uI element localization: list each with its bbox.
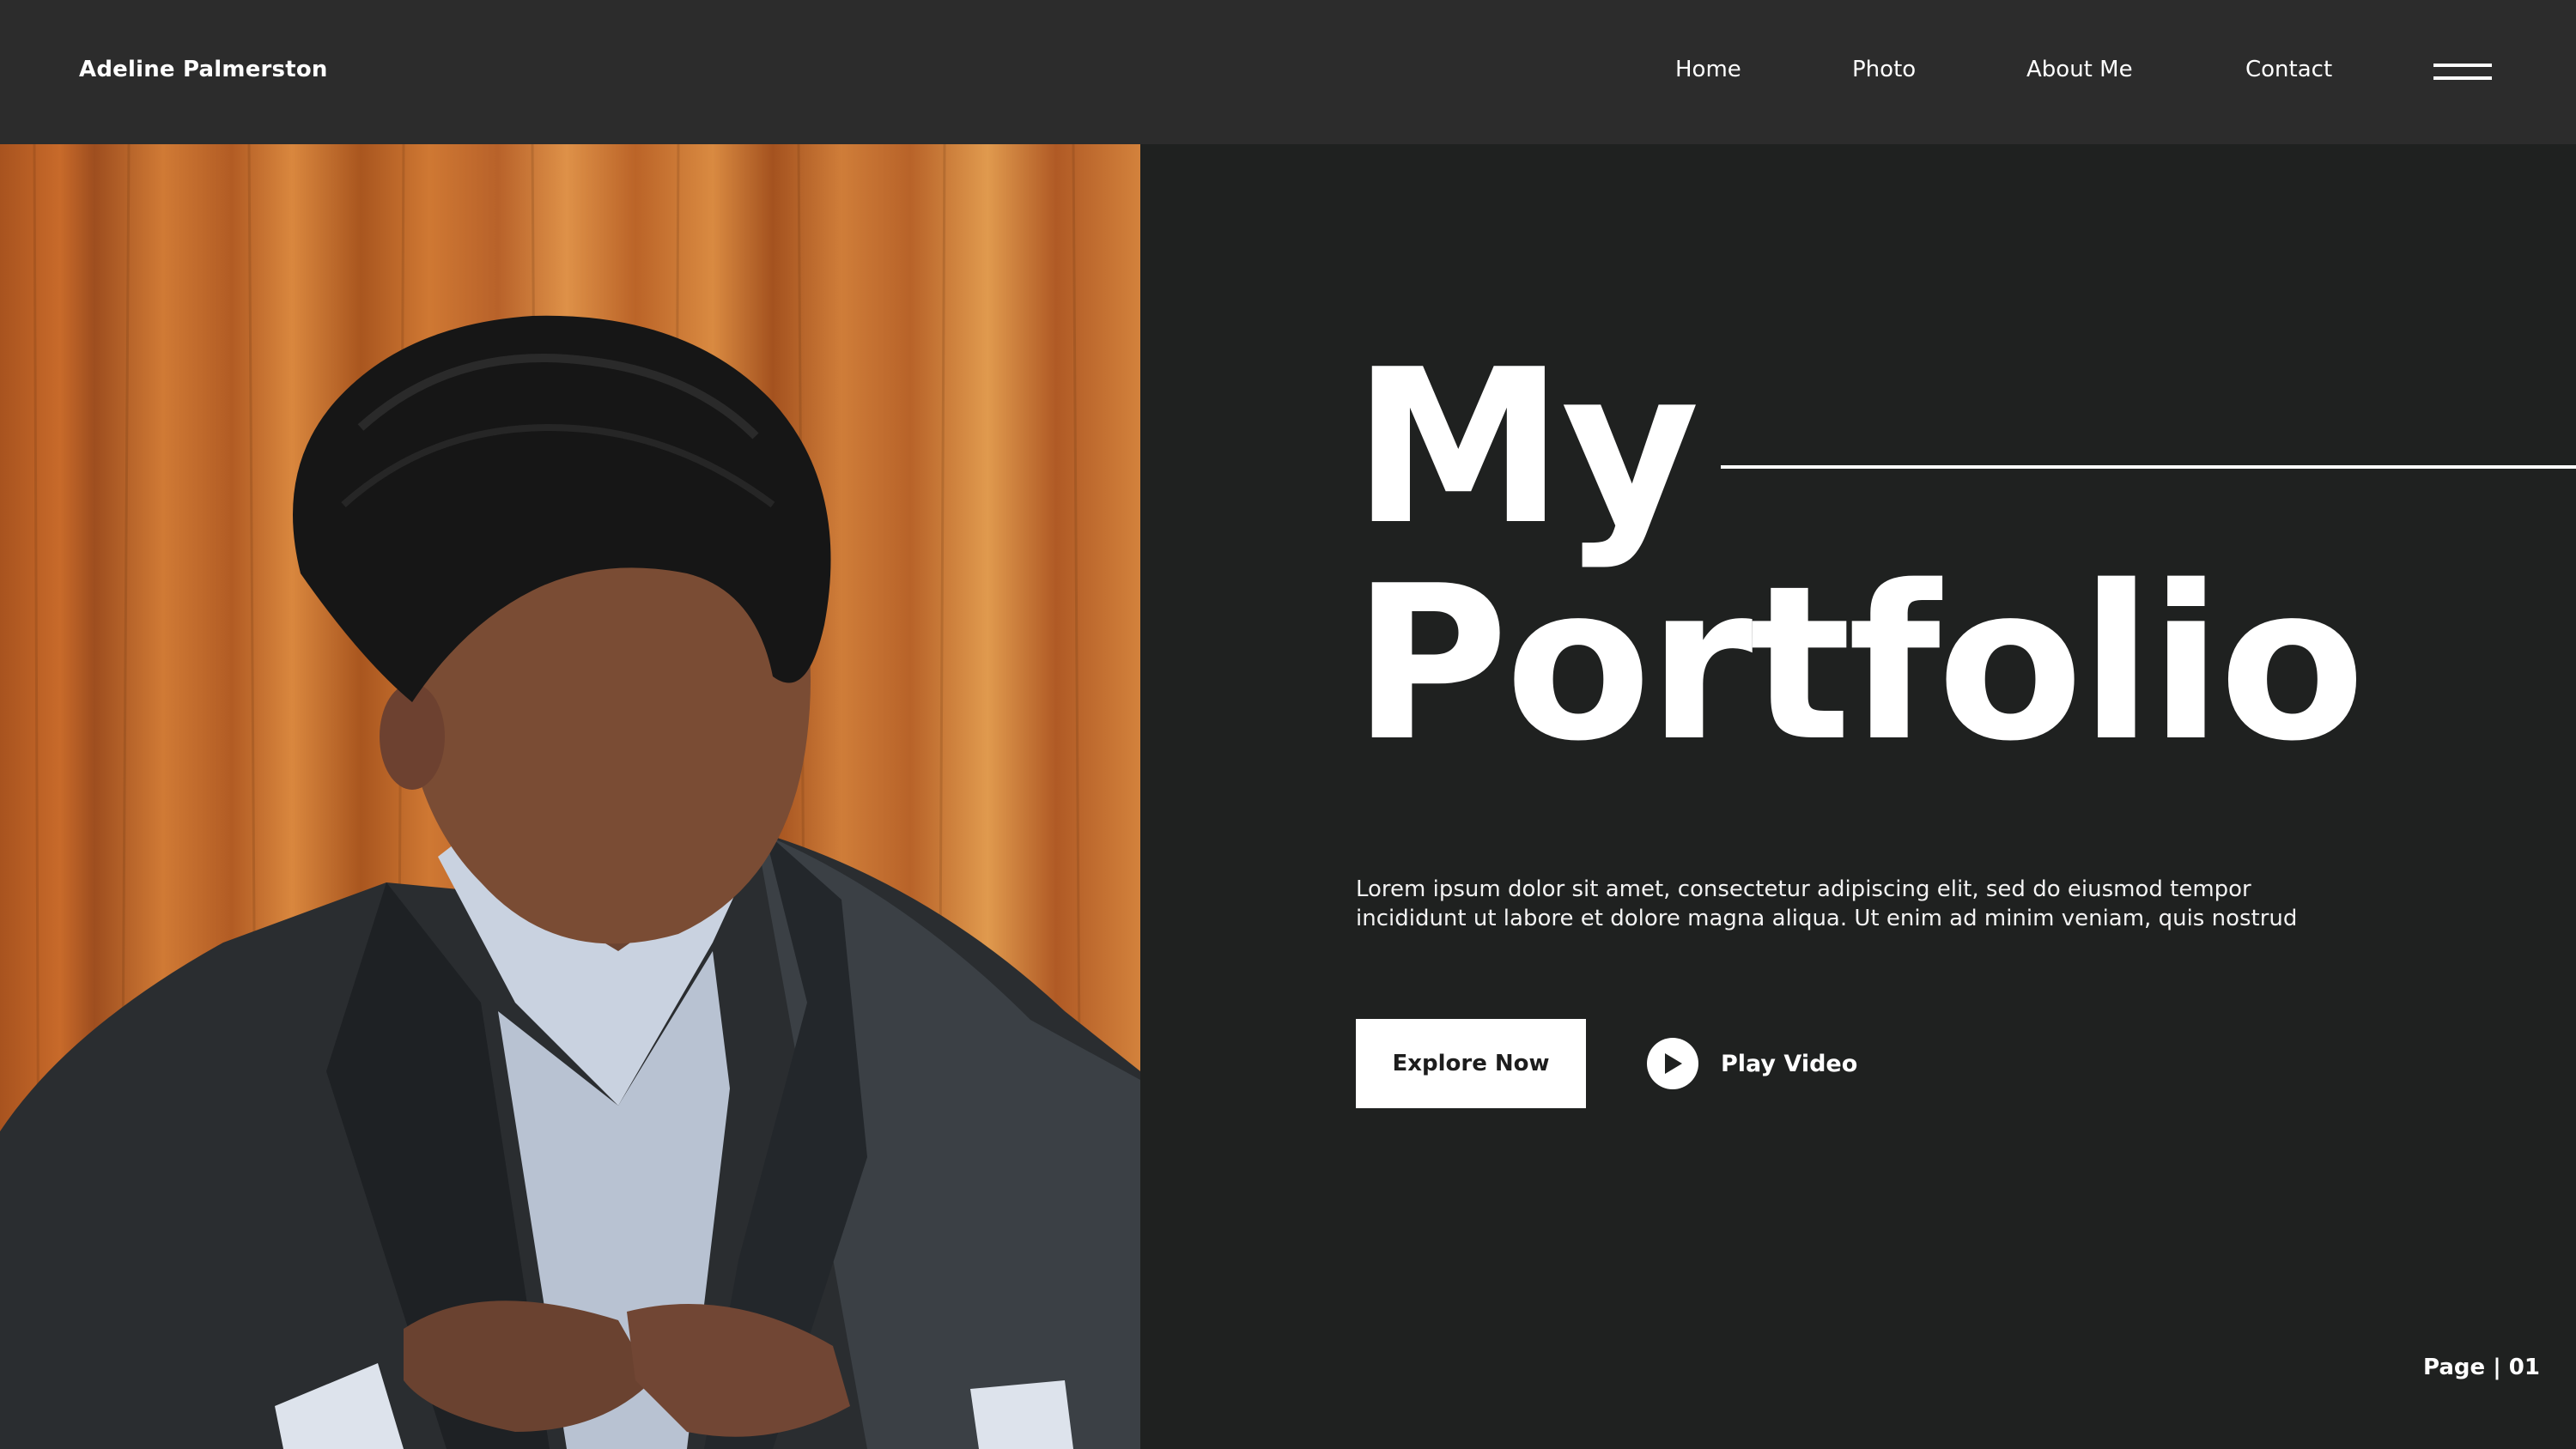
brand-name[interactable]: Adeline Palmerston bbox=[79, 57, 328, 82]
nav-home-link[interactable]: Home bbox=[1675, 57, 1741, 82]
nav-contact-link[interactable]: Contact bbox=[2245, 57, 2332, 82]
top-navigation-bar: Adeline Palmerston Home Photo About Me C… bbox=[0, 0, 2576, 144]
hamburger-icon[interactable] bbox=[2433, 62, 2492, 84]
explore-now-button[interactable]: Explore Now bbox=[1356, 1019, 1586, 1108]
play-triangle bbox=[1665, 1053, 1682, 1074]
hero-divider-line bbox=[1721, 465, 2576, 469]
hero-description: Lorem ipsum dolor sit amet, consectetur … bbox=[1356, 876, 2298, 931]
hero-title-line2: Portfolio bbox=[1352, 541, 2366, 788]
play-video-label[interactable]: Play Video bbox=[1721, 1051, 1857, 1077]
menu-bar-top bbox=[2433, 64, 2492, 67]
nav-about-link[interactable]: About Me bbox=[2026, 57, 2133, 82]
page-number: Page | 01 bbox=[2423, 1355, 2540, 1380]
portfolio-page: Adeline Palmerston Home Photo About Me C… bbox=[0, 0, 2576, 1449]
play-icon[interactable] bbox=[1647, 1038, 1698, 1089]
portrait-photo bbox=[0, 144, 1140, 1449]
hero-title-line1: My bbox=[1352, 324, 1699, 572]
nav-photo-link[interactable]: Photo bbox=[1852, 57, 1916, 82]
play-video-button[interactable]: Play Video bbox=[1647, 1038, 1857, 1089]
portrait-illustration bbox=[0, 144, 1140, 1449]
menu-bar-bottom bbox=[2433, 76, 2492, 80]
